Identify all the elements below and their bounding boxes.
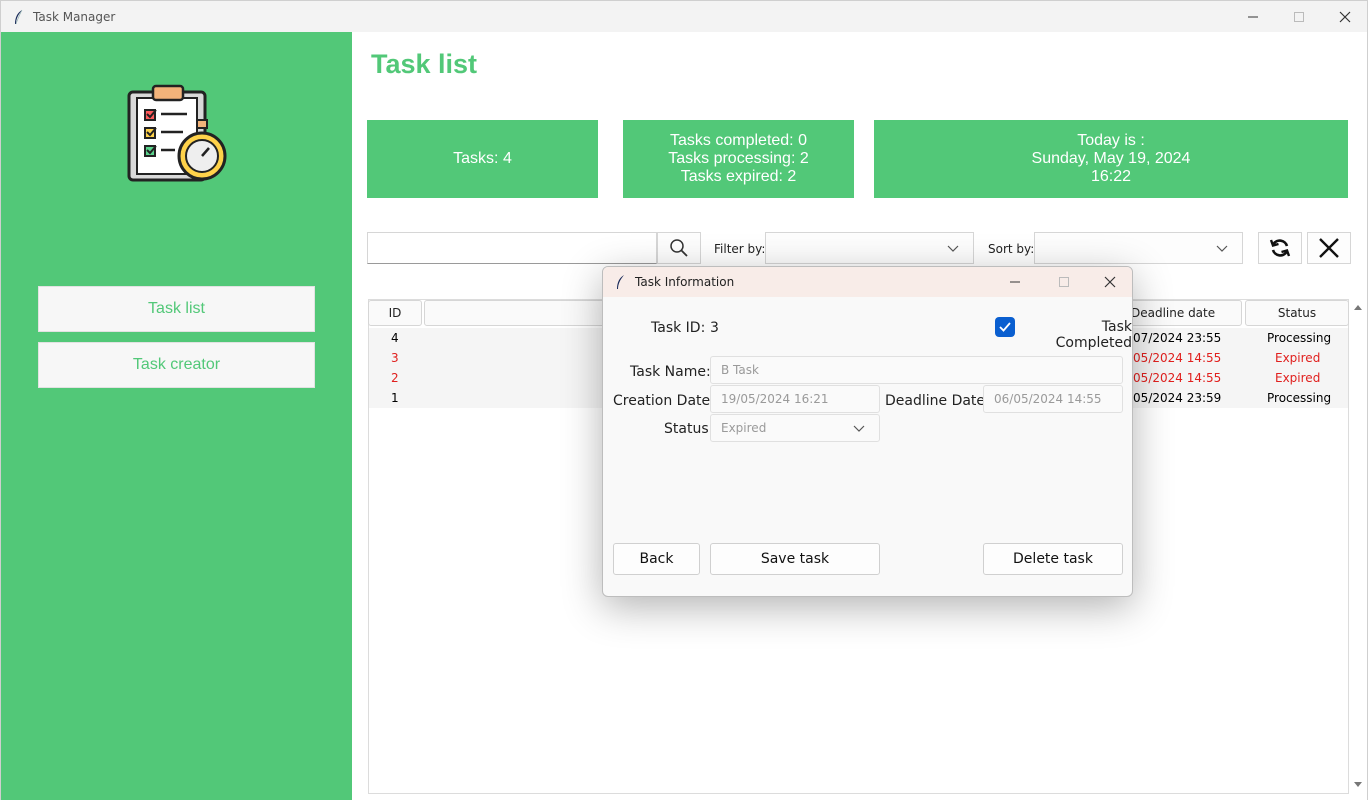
task-id-label: Task ID: — [651, 320, 706, 336]
task-information-dialog: Task Information Task ID: 3 Task Complet… — [602, 266, 1133, 597]
back-button[interactable]: Back — [613, 543, 700, 575]
dialog-title: Task Information — [635, 275, 735, 289]
task-id-value: 3 — [710, 320, 719, 336]
dialog-maximize-button[interactable] — [1058, 275, 1070, 293]
checkmark-icon — [999, 322, 1011, 332]
dialog-minimize-button[interactable] — [1009, 275, 1021, 293]
dialog-close-button[interactable] — [1104, 275, 1116, 293]
dialog-title-bar: Task Information — [603, 267, 1132, 297]
task-stats-card: Tasks completed: 0 Tasks processing: 2 T… — [623, 120, 854, 198]
row-deadline: /05/2024 14:55 — [1129, 351, 1222, 365]
column-header-status[interactable]: Status — [1245, 300, 1349, 326]
task-name-field[interactable]: B Task — [710, 356, 1123, 384]
row-status: Expired — [1275, 351, 1321, 365]
today-label: Today is : — [1077, 132, 1145, 149]
creation-date-label: Creation Date: — [613, 393, 715, 409]
deadline-date-label: Deadline Date: — [885, 393, 990, 409]
delete-task-button[interactable]: Delete task — [983, 543, 1123, 575]
close-icon — [1319, 238, 1339, 258]
row-id: 1 — [391, 391, 399, 405]
status-dropdown[interactable]: Expired — [710, 414, 880, 442]
feather-icon — [617, 275, 624, 289]
scroll-up-icon — [1354, 305, 1362, 310]
sidebar-item-label: Task list — [148, 300, 205, 317]
sort-label: Sort by: — [988, 242, 1035, 256]
clipboard-stopwatch-icon — [127, 84, 227, 182]
sidebar-item-label: Task creator — [132, 356, 221, 373]
task-name-label: Task Name: — [630, 364, 711, 380]
close-button[interactable] — [1322, 1, 1368, 32]
sidebar-item-task-creator[interactable]: Task creator — [38, 342, 315, 388]
title-bar: Task Manager — [1, 1, 1367, 32]
row-status: Processing — [1267, 391, 1332, 405]
chevron-down-icon — [947, 245, 959, 252]
minimize-button[interactable] — [1230, 1, 1276, 32]
maximize-icon — [1294, 11, 1304, 22]
today-card: Today is : Sunday, May 19, 2024 16:22 — [874, 120, 1348, 198]
close-icon — [1104, 276, 1116, 288]
table-scrollbar[interactable] — [1352, 300, 1364, 794]
sidebar-item-task-list[interactable]: Task list — [38, 286, 315, 332]
creation-date-field[interactable]: 19/05/2024 16:21 — [710, 385, 880, 413]
chevron-down-icon — [853, 425, 865, 432]
filter-label: Filter by: — [714, 242, 766, 256]
maximize-icon — [1059, 277, 1069, 287]
minimize-icon — [1248, 16, 1258, 17]
tasks-processing: Tasks processing: 2 — [668, 150, 809, 167]
tasks-completed: Tasks completed: 0 — [670, 132, 807, 149]
maximize-button[interactable] — [1276, 1, 1322, 32]
task-completed-checkbox[interactable] — [995, 317, 1015, 337]
deadline-date-field[interactable]: 06/05/2024 14:55 — [983, 385, 1123, 413]
save-task-button[interactable]: Save task — [710, 543, 880, 575]
feather-icon — [15, 9, 23, 24]
clear-filters-button[interactable] — [1307, 232, 1351, 264]
refresh-icon — [1269, 239, 1291, 257]
status-label: Status: — [664, 421, 714, 437]
page-title: Task list — [371, 49, 478, 79]
search-input[interactable] — [367, 232, 657, 264]
filter-dropdown[interactable] — [765, 232, 974, 264]
scroll-down-icon — [1354, 782, 1362, 787]
task-completed-label: Task Completed — [1055, 319, 1132, 351]
column-header-id[interactable]: ID — [368, 300, 422, 326]
window-title: Task Manager — [33, 9, 116, 24]
refresh-button[interactable] — [1258, 232, 1302, 264]
chevron-down-icon — [1216, 245, 1228, 252]
today-time: 16:22 — [1090, 168, 1132, 185]
today-date: Sunday, May 19, 2024 — [1031, 150, 1191, 167]
minimize-icon — [1010, 281, 1020, 283]
row-id: 2 — [391, 371, 399, 385]
app-window: Task Manager Task list Task creator Task… — [0, 0, 1368, 800]
search-button[interactable] — [657, 232, 701, 264]
row-deadline: /07/2024 23:55 — [1129, 331, 1222, 345]
status-value: Expired — [721, 421, 767, 435]
row-status: Expired — [1275, 371, 1321, 385]
row-deadline: /05/2024 14:55 — [1129, 371, 1222, 385]
tasks-count: Tasks: 4 — [453, 150, 512, 167]
row-deadline: /05/2024 23:59 — [1129, 391, 1222, 405]
sidebar: Task list Task creator — [1, 32, 352, 800]
close-icon — [1339, 11, 1351, 22]
sort-dropdown[interactable] — [1034, 232, 1243, 264]
tasks-expired: Tasks expired: 2 — [680, 168, 797, 185]
row-id: 4 — [391, 331, 399, 345]
tasks-count-card: Tasks: 4 — [367, 120, 598, 198]
row-id: 3 — [391, 351, 399, 365]
search-icon — [670, 239, 688, 257]
row-status: Processing — [1267, 331, 1332, 345]
